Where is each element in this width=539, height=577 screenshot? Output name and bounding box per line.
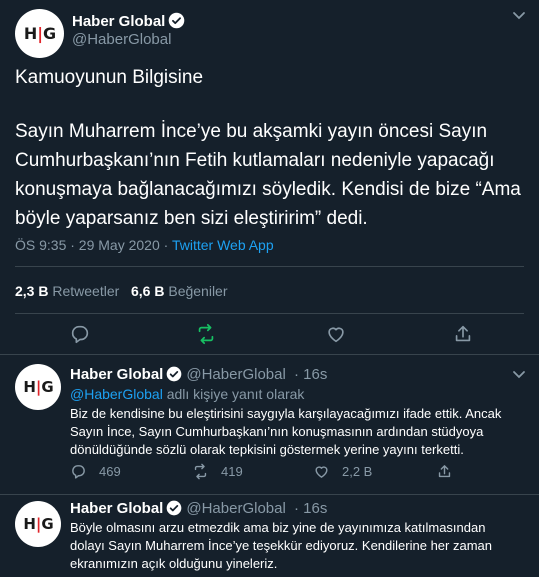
reply-header: Haber Global @HaberGlobal · 16s <box>70 366 328 383</box>
heart-icon <box>328 327 344 343</box>
verified-badge-icon <box>167 500 182 516</box>
tweet-time[interactable]: 16s <box>303 500 327 517</box>
share-button[interactable] <box>436 463 453 480</box>
divider <box>0 494 539 495</box>
heart-icon <box>315 466 328 478</box>
chevron-down-icon[interactable] <box>512 11 526 21</box>
reply-header: Haber Global @HaberGlobal · 16s <box>70 500 328 517</box>
replying-to: @HaberGlobal adlı kişiye yanıt olarak <box>70 386 305 402</box>
tweet-source-link[interactable]: Twitter Web App <box>172 237 274 253</box>
reply-icon <box>72 465 85 479</box>
share-button[interactable] <box>452 323 474 345</box>
tweet-metadata: ÖS 9:35 · 29 May 2020 · Twitter Web App <box>15 237 274 253</box>
retweet-count: 419 <box>221 464 243 479</box>
like-button[interactable]: 2,2 B <box>313 463 372 480</box>
display-name[interactable]: Haber Global <box>70 500 163 517</box>
divider <box>15 266 524 267</box>
tweet-text: Sayın Muharrem İnce’ye bu akşamki yayın … <box>15 121 521 229</box>
share-icon <box>455 325 471 342</box>
like-count: 2,2 B <box>342 464 373 479</box>
reply-count: 469 <box>99 464 121 479</box>
user-handle[interactable]: @HaberGlobal <box>186 366 285 383</box>
likes-stat[interactable]: 6,6 B Beğeniler <box>131 283 228 299</box>
display-name[interactable]: Haber Global <box>70 366 163 383</box>
retweet-button[interactable]: 419 <box>192 463 243 480</box>
reply-button[interactable] <box>69 323 91 345</box>
tweet-timestamp[interactable]: ÖS 9:35 · 29 May 2020 · <box>15 237 172 253</box>
share-icon <box>438 465 451 478</box>
verified-badge-icon <box>169 12 185 29</box>
avatar[interactable]: H | G <box>15 501 61 547</box>
reply-button[interactable]: 469 <box>70 463 121 480</box>
reply-icon <box>71 325 89 344</box>
like-button[interactable] <box>325 323 347 345</box>
retweet-icon <box>194 463 207 480</box>
user-handle[interactable]: @HaberGlobal <box>72 31 171 48</box>
avatar[interactable]: H | G <box>15 364 61 410</box>
retweets-stat[interactable]: 2,3 B Retweetler <box>15 283 119 299</box>
mention-link[interactable]: @HaberGlobal <box>70 386 163 402</box>
user-handle[interactable]: @HaberGlobal <box>186 500 285 517</box>
reply-text: Böyle olmasını arzu etmezdik ama biz yin… <box>70 520 492 571</box>
retweet-button[interactable] <box>195 323 217 345</box>
divider <box>15 313 524 314</box>
retweet-icon <box>198 323 214 345</box>
display-name[interactable]: Haber Global <box>72 12 185 30</box>
verified-badge-icon <box>167 366 182 382</box>
tweet-heading: Kamuoyunun Bilgisine <box>15 67 204 88</box>
reply-text: Biz de kendisine bu eleştirisini saygıyl… <box>70 406 502 457</box>
avatar[interactable]: H | G <box>15 9 64 58</box>
divider <box>0 354 539 355</box>
tweet-time[interactable]: 16s <box>303 366 327 383</box>
chevron-down-icon[interactable] <box>512 370 526 380</box>
